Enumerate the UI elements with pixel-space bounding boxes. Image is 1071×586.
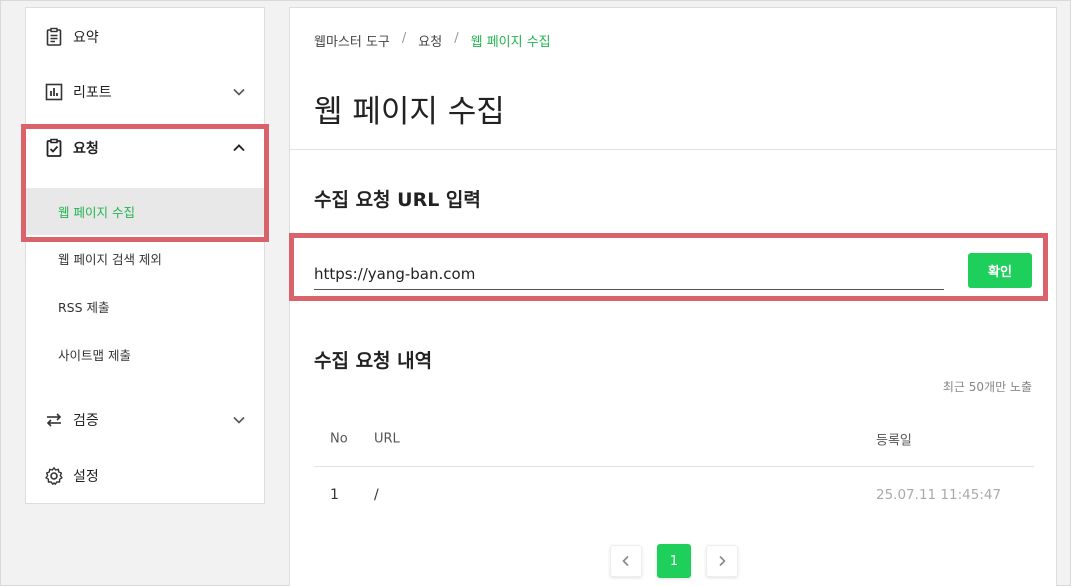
breadcrumb-current: 웹 페이지 수집 — [470, 35, 551, 50]
gear-icon — [43, 465, 65, 487]
page-title: 웹 페이지 수집 — [314, 94, 505, 130]
page-button-current[interactable]: 1 — [657, 544, 691, 578]
sidebar-subitem-label: 사이트맵 제출 — [58, 347, 131, 363]
swap-icon — [43, 409, 65, 431]
sidebar-subitem-label: RSS 제출 — [58, 299, 110, 315]
row-url: / — [374, 486, 379, 503]
url-input-section-title: 수집 요청 URL 입력 — [314, 189, 481, 211]
pagination: 1 — [610, 544, 738, 578]
sidebar-subitem-sitemap-submit[interactable]: 사이트맵 제출 — [26, 331, 264, 377]
column-header-no: No — [330, 431, 348, 447]
chevron-right-icon — [719, 555, 726, 567]
sidebar-item-report[interactable]: 리포트 — [26, 64, 264, 120]
sidebar-item-label: 리포트 — [73, 85, 112, 101]
row-date: 25.07.11 11:45:47 — [876, 486, 1002, 503]
row-no: 1 — [330, 486, 339, 503]
breadcrumb: 웹마스터 도구 / 요청 / 웹 페이지 수집 — [314, 31, 551, 50]
breadcrumb-separator: / — [454, 31, 459, 46]
chevron-left-icon — [622, 555, 629, 567]
divider — [290, 149, 1056, 150]
clipboard-icon — [43, 26, 65, 48]
chevron-down-icon — [232, 413, 246, 427]
sidebar-item-label: 요청 — [73, 141, 99, 157]
url-input[interactable] — [314, 258, 944, 290]
history-section-title: 수집 요청 내역 — [314, 350, 433, 372]
sidebar-item-label: 설정 — [73, 469, 99, 485]
sidebar-subitem-rss-submit[interactable]: RSS 제출 — [26, 283, 264, 329]
sidebar: 요약 리포트 요청 웹 페이지 수집 웹 페이지 검색 제외 RSS 제출 사이… — [25, 7, 265, 504]
chevron-up-icon — [232, 141, 246, 155]
sidebar-subitem-page-collect[interactable]: 웹 페이지 수집 — [26, 188, 264, 235]
breadcrumb-item[interactable]: 웹마스터 도구 — [314, 31, 390, 50]
column-header-url: URL — [374, 431, 400, 447]
checklist-icon — [43, 137, 65, 159]
chevron-down-icon — [232, 85, 246, 99]
table-header-row: No URL 등록일 — [314, 412, 1034, 467]
table-row: 1 / 25.07.11 11:45:47 — [314, 467, 1034, 522]
sidebar-item-verify[interactable]: 검증 — [26, 392, 264, 448]
column-header-date: 등록일 — [876, 433, 912, 449]
history-note: 최근 50개만 노출 — [942, 380, 1032, 394]
history-table: No URL 등록일 1 / 25.07.11 11:45:47 — [314, 412, 1034, 522]
breadcrumb-separator: / — [401, 31, 407, 46]
confirm-button[interactable]: 확인 — [968, 253, 1032, 288]
bar-chart-icon — [43, 81, 65, 103]
sidebar-subitem-label: 웹 페이지 수집 — [58, 205, 135, 220]
breadcrumb-item[interactable]: 요청 — [418, 31, 442, 50]
sidebar-subitem-label: 웹 페이지 검색 제외 — [58, 251, 162, 267]
sidebar-item-label: 검증 — [73, 413, 99, 429]
sidebar-subitem-page-exclude[interactable]: 웹 페이지 검색 제외 — [26, 235, 264, 281]
sidebar-item-settings[interactable]: 설정 — [26, 448, 264, 504]
sidebar-item-label: 요약 — [73, 30, 99, 46]
prev-page-button[interactable] — [610, 545, 642, 577]
sidebar-item-summary[interactable]: 요약 — [26, 9, 264, 65]
next-page-button[interactable] — [706, 545, 738, 577]
main-panel: 웹마스터 도구 / 요청 / 웹 페이지 수집 웹 페이지 수집 수집 요청 U… — [289, 7, 1057, 586]
sidebar-item-request[interactable]: 요청 — [26, 120, 264, 176]
